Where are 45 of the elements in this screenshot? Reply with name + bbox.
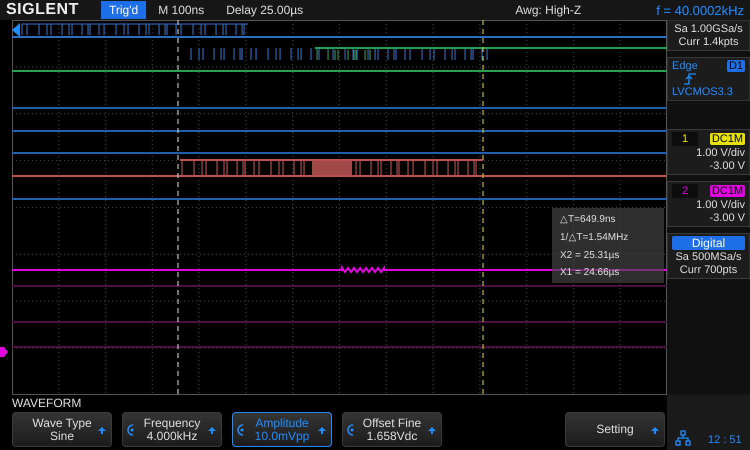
softkey-button[interactable]: Frequency 4.000kHz xyxy=(122,412,222,447)
timebase-label: M 100ns xyxy=(158,3,204,17)
vertical-scale: 1.00 V/div xyxy=(696,147,745,159)
cursor-reading: X1 = 24.66µs xyxy=(560,266,620,278)
frequency-label: f = 40.0002kHz xyxy=(656,2,745,18)
trigger-type: Edge xyxy=(672,60,698,72)
up-arrow-icon xyxy=(428,427,436,434)
digital-title: Digital xyxy=(672,236,745,250)
softkey-button[interactable]: Setting xyxy=(565,412,665,447)
brand-logo: SIGLENT xyxy=(5,1,80,19)
rising-edge-icon xyxy=(684,73,696,85)
delay-label: Delay 25.00µs xyxy=(226,3,304,17)
softkey-button[interactable]: Wave Type Sine xyxy=(12,412,112,447)
digital-panel[interactable]: Digital Sa 500MSa/s Curr 700pts xyxy=(667,233,750,279)
up-arrow-icon xyxy=(208,427,216,434)
sample-rate: Sa 1.00GSa/s xyxy=(674,23,743,35)
trigger-panel[interactable]: Edge D1 LVCMOS3.3 xyxy=(667,57,750,101)
cursor-reading: △T=649.9ns xyxy=(560,213,617,226)
vertical-offset: -3.00 V xyxy=(710,212,745,224)
network-icon xyxy=(675,430,692,446)
trigger-level: LVCMOS3.3 xyxy=(672,86,733,98)
digital-memory: Curr 700pts xyxy=(680,264,738,276)
menu-title: WAVEFORM xyxy=(12,395,82,412)
up-arrow-icon xyxy=(318,427,326,434)
channel-panel[interactable]: 1 DC1M 1.00 V/div -3.00 V xyxy=(667,129,750,175)
vertical-offset: -3.00 V xyxy=(710,160,745,172)
cursor-reading: X2 = 25.31µs xyxy=(560,250,620,261)
trigger-source: D1 xyxy=(726,60,745,72)
impedance-label: Awg: High-Z xyxy=(515,3,582,17)
channel-number: 1 xyxy=(672,132,698,146)
softkey-button[interactable]: Amplitude 10.0mVpp xyxy=(232,412,332,447)
coupling-badge: DC1M xyxy=(710,185,745,197)
softkey-button[interactable]: Offset Fine 1.658Vdc xyxy=(342,412,442,447)
coupling-badge: DC1M xyxy=(710,133,745,145)
up-arrow-icon xyxy=(98,427,106,434)
cursor-reading: 1/△T=1.54MHz xyxy=(560,231,630,244)
memory-depth: Curr 1.4kpts xyxy=(678,36,738,48)
channel-number: 2 xyxy=(672,184,698,198)
trigger-status: Trig'd xyxy=(101,1,146,19)
clock-time: 12 : 51 xyxy=(708,434,742,446)
digital-sample-rate: Sa 500MSa/s xyxy=(675,251,742,263)
up-arrow-icon xyxy=(651,427,659,434)
vertical-scale: 1.00 V/div xyxy=(696,199,745,211)
channel-panel[interactable]: 2 DC1M 1.00 V/div -3.00 V xyxy=(667,181,750,227)
ground-marker-icon xyxy=(0,347,8,357)
